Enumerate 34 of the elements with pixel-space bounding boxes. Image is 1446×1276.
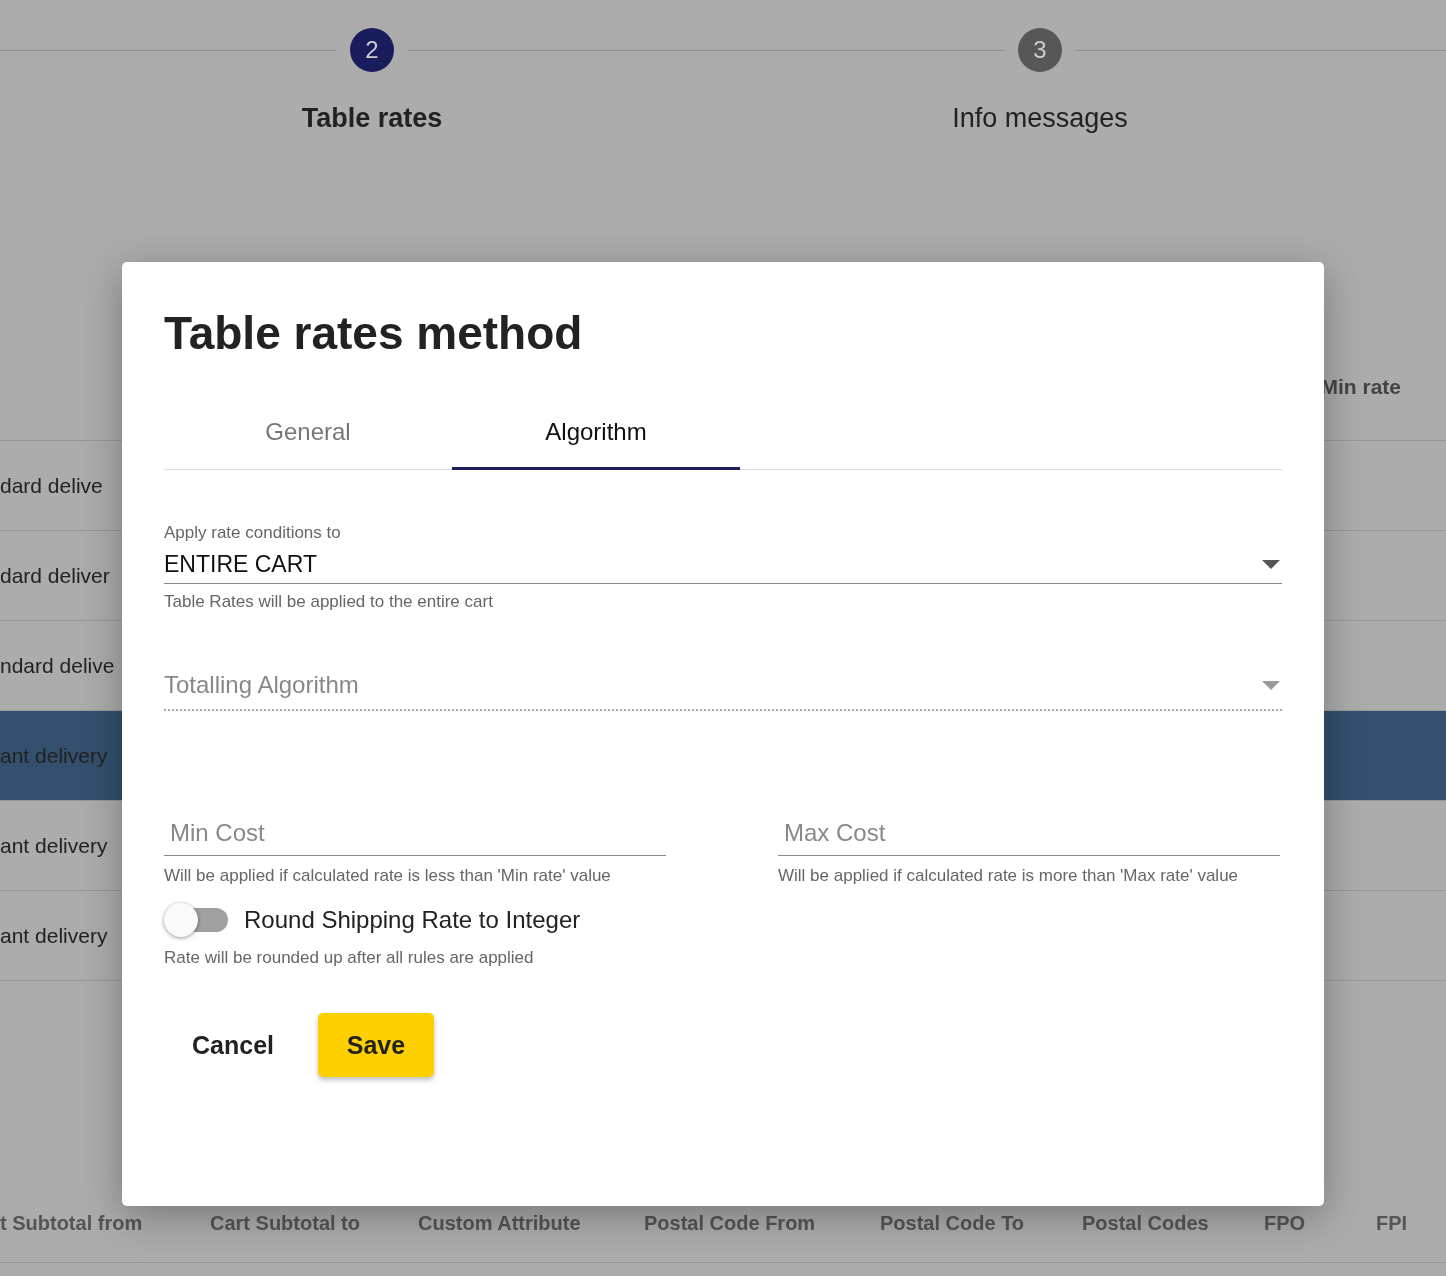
dialog-title: Table rates method [164, 306, 584, 361]
column-header: t Subtotal from [0, 1211, 143, 1236]
step-label[interactable]: Info messages [952, 98, 1128, 139]
column-header: Custom Attribute [418, 1211, 581, 1236]
toggle-label: Round Shipping Rate to Integer [244, 904, 581, 935]
table-cell-text: dard deliver [0, 562, 110, 589]
input-field[interactable]: Max Cost [778, 811, 1280, 857]
table-cell-text: dard delive [0, 472, 103, 499]
field-label: Apply rate conditions to [164, 522, 342, 545]
step-label[interactable]: Table rates [301, 98, 443, 139]
column-header: FPO [1264, 1211, 1306, 1236]
hint-text: Table Rates will be applied to the entire cart [164, 591, 494, 612]
input-field[interactable]: Min Cost [164, 811, 666, 857]
table-cell-text: ndard delive [0, 652, 115, 679]
hint-text: Rate will be rounded up after all rules are applied [164, 947, 535, 968]
step-number[interactable]: 3 [1018, 28, 1062, 72]
table-cell-text: ant delivery [0, 742, 108, 769]
column-header: Cart Subtotal to [210, 1211, 360, 1236]
column-header: Postal Code From [644, 1211, 816, 1236]
hint-text: Will be applied if calculated rate is more than 'Max rate' value [778, 866, 1240, 886]
cancel-button[interactable]: Cancel [164, 1013, 302, 1078]
toggle-switch[interactable] [164, 904, 230, 935]
dropdown-field[interactable]: ENTIRE CART [164, 545, 1282, 584]
save-button[interactable]: Save [318, 1013, 434, 1078]
step-number[interactable]: 2 [350, 28, 394, 72]
table-cell-text: ant delivery [0, 922, 108, 949]
column-header: Postal Codes [1082, 1211, 1209, 1236]
tab[interactable]: Algorithm [452, 397, 740, 471]
hint-text: Will be applied if calculated rate is less than 'Min rate' value [164, 866, 612, 886]
table-cell-text: ant delivery [0, 832, 108, 859]
tab[interactable]: General [164, 397, 452, 471]
column-header: Postal Code To [880, 1211, 1025, 1236]
column-header: FPI [1376, 1211, 1408, 1236]
dropdown-caret-icon[interactable] [1262, 559, 1280, 569]
